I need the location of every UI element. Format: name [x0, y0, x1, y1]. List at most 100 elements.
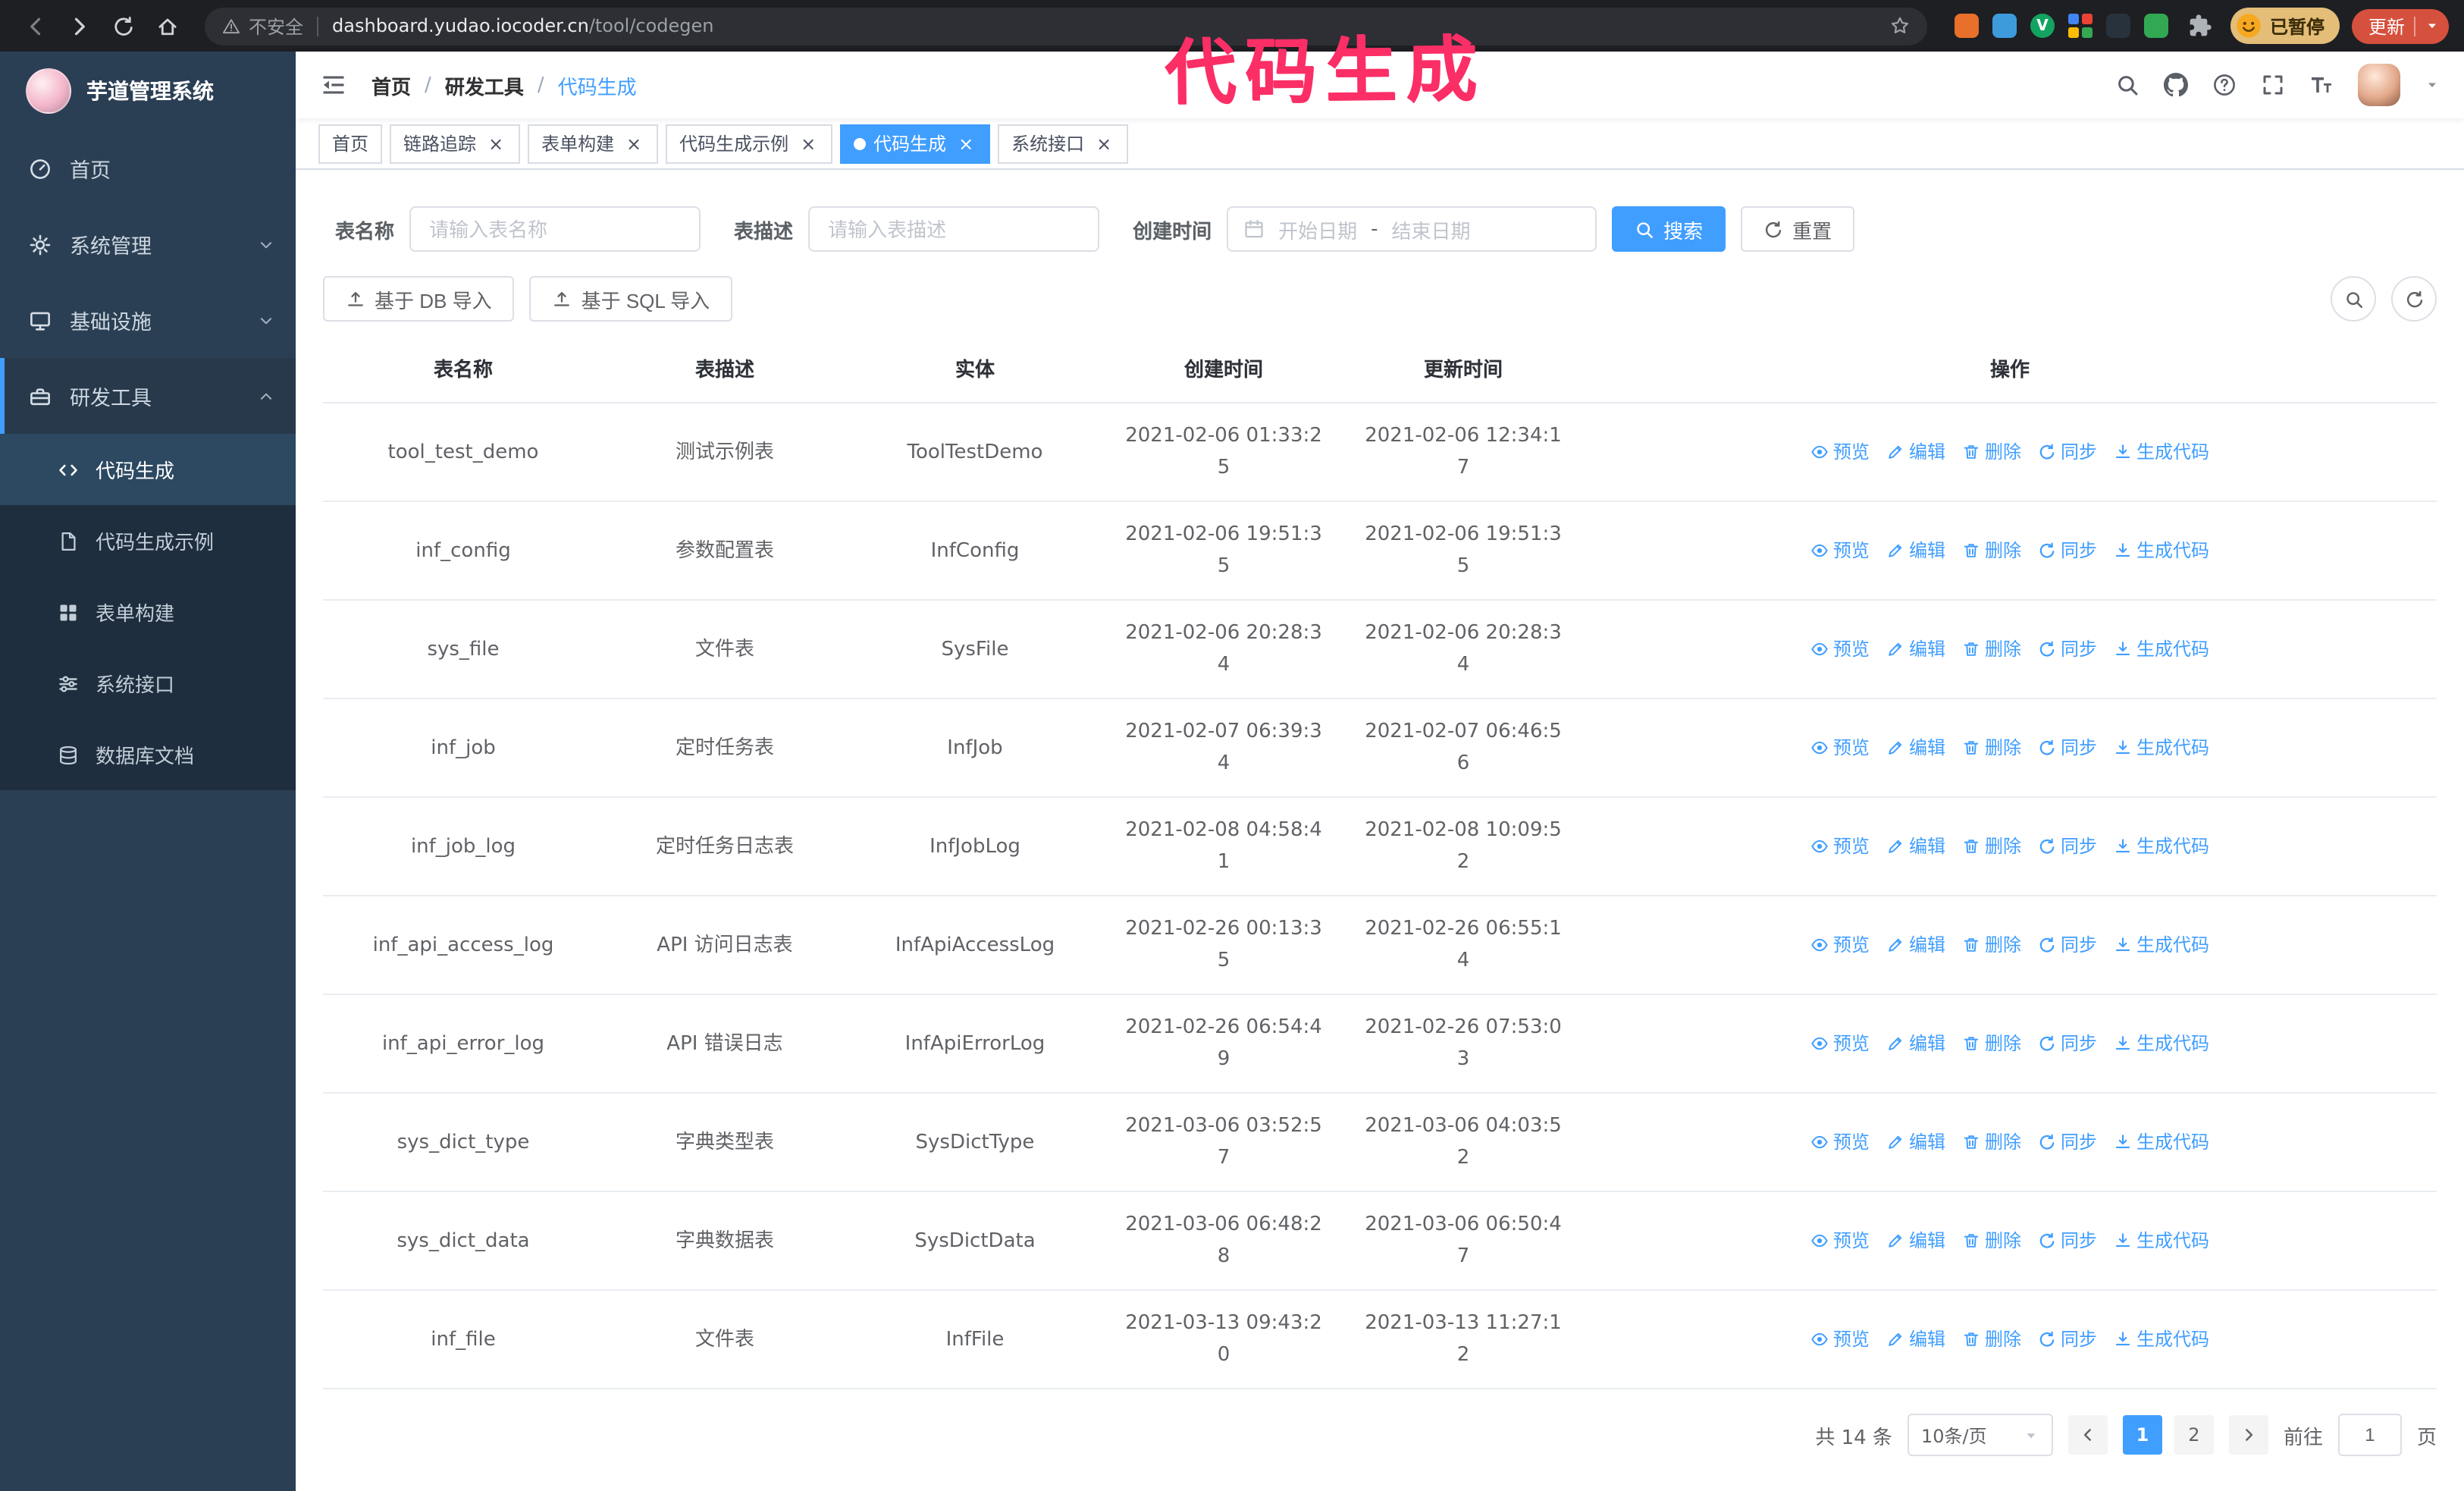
extension-icon-6[interactable] [2143, 14, 2168, 38]
avatar-caret-icon[interactable] [2425, 77, 2440, 93]
action-delete-button[interactable]: 删除 [1962, 830, 2021, 862]
update-button[interactable]: 更新 [2351, 8, 2449, 43]
action-preview-button[interactable]: 预览 [1810, 633, 1870, 665]
extension-icon-3[interactable]: V [2030, 14, 2055, 38]
action-generate-button[interactable]: 生成代码 [2114, 436, 2209, 468]
sidebar-item-dev-tools[interactable]: 研发工具 [0, 358, 296, 434]
user-avatar[interactable] [2358, 64, 2400, 106]
action-sync-button[interactable]: 同步 [2038, 1126, 2097, 1158]
action-generate-button[interactable]: 生成代码 [2114, 535, 2209, 567]
tab-close-icon[interactable]: × [485, 133, 506, 154]
bookmark-star-icon[interactable] [1889, 15, 1911, 36]
action-delete-button[interactable]: 删除 [1962, 1225, 2021, 1257]
action-delete-button[interactable]: 删除 [1962, 633, 2021, 665]
action-preview-button[interactable]: 预览 [1810, 732, 1870, 764]
action-preview-button[interactable]: 预览 [1810, 830, 1870, 862]
sidebar-fold-button[interactable] [320, 71, 347, 99]
page-button-2[interactable]: 2 [2174, 1415, 2214, 1455]
fullscreen-icon[interactable] [2261, 73, 2285, 97]
tab-form-builder[interactable]: 表单构建 × [528, 124, 659, 163]
table-name-input[interactable] [409, 206, 701, 252]
home-button[interactable] [147, 5, 188, 46]
action-edit-button[interactable]: 编辑 [1886, 535, 1945, 567]
action-edit-button[interactable]: 编辑 [1886, 1028, 1945, 1059]
action-delete-button[interactable]: 删除 [1962, 436, 2021, 468]
action-preview-button[interactable]: 预览 [1810, 929, 1870, 961]
tab-close-icon[interactable]: × [798, 133, 819, 154]
tab-home[interactable]: 首页 [318, 124, 383, 163]
logo-row[interactable]: 芋道管理系统 [0, 52, 296, 130]
action-edit-button[interactable]: 编辑 [1886, 732, 1945, 764]
sidebar-subitem-system-api[interactable]: 系统接口 [0, 648, 296, 719]
action-edit-button[interactable]: 编辑 [1886, 830, 1945, 862]
extension-icon-5[interactable] [2105, 14, 2130, 38]
github-icon[interactable] [2164, 73, 2188, 97]
action-preview-button[interactable]: 预览 [1810, 535, 1870, 567]
header-search-icon[interactable] [2115, 73, 2140, 97]
refresh-table-button[interactable] [2391, 276, 2437, 322]
help-icon[interactable] [2212, 73, 2237, 97]
tab-system-api[interactable]: 系统接口 × [998, 124, 1129, 163]
action-sync-button[interactable]: 同步 [2038, 929, 2097, 961]
extensions-puzzle-icon[interactable] [2188, 14, 2212, 38]
tab-close-icon[interactable]: × [623, 133, 644, 154]
sidebar-subitem-codegen-example[interactable]: 代码生成示例 [0, 505, 296, 576]
tab-close-icon[interactable]: × [1093, 133, 1114, 154]
table-desc-input[interactable] [808, 206, 1100, 252]
action-edit-button[interactable]: 编辑 [1886, 929, 1945, 961]
action-sync-button[interactable]: 同步 [2038, 633, 2097, 665]
goto-page-input[interactable] [2337, 1414, 2402, 1456]
action-generate-button[interactable]: 生成代码 [2114, 1028, 2209, 1059]
action-generate-button[interactable]: 生成代码 [2114, 732, 2209, 764]
action-sync-button[interactable]: 同步 [2038, 1323, 2097, 1355]
tab-codegen[interactable]: 代码生成 × [840, 124, 991, 163]
sidebar-item-infra[interactable]: 基础设施 [0, 282, 296, 358]
extension-icon-2[interactable] [1992, 14, 2017, 38]
search-button[interactable]: 搜索 [1612, 206, 1726, 252]
import-db-button[interactable]: 基于 DB 导入 [323, 276, 515, 322]
sidebar-item-system[interactable]: 系统管理 [0, 206, 296, 282]
security-chip[interactable]: 不安全 [221, 13, 303, 39]
sidebar-subitem-codegen[interactable]: 代码生成 [0, 434, 296, 505]
reload-button[interactable] [103, 5, 144, 46]
tab-close-icon[interactable]: × [955, 133, 977, 154]
action-delete-button[interactable]: 删除 [1962, 929, 2021, 961]
action-delete-button[interactable]: 删除 [1962, 732, 2021, 764]
page-size-select[interactable]: 10条/页 [1907, 1414, 2053, 1456]
action-edit-button[interactable]: 编辑 [1886, 633, 1945, 665]
action-sync-button[interactable]: 同步 [2038, 1225, 2097, 1257]
action-edit-button[interactable]: 编辑 [1886, 1225, 1945, 1257]
action-edit-button[interactable]: 编辑 [1886, 436, 1945, 468]
action-preview-button[interactable]: 预览 [1810, 1323, 1870, 1355]
sidebar-subitem-form-builder[interactable]: 表单构建 [0, 576, 296, 648]
action-generate-button[interactable]: 生成代码 [2114, 1126, 2209, 1158]
action-delete-button[interactable]: 删除 [1962, 1028, 2021, 1059]
import-sql-button[interactable]: 基于 SQL 导入 [529, 276, 733, 322]
action-generate-button[interactable]: 生成代码 [2114, 929, 2209, 961]
action-delete-button[interactable]: 删除 [1962, 1126, 2021, 1158]
action-sync-button[interactable]: 同步 [2038, 1028, 2097, 1059]
tab-codegen-example[interactable]: 代码生成示例 × [666, 124, 833, 163]
action-preview-button[interactable]: 预览 [1810, 1225, 1870, 1257]
prev-page-button[interactable] [2067, 1415, 2108, 1455]
action-sync-button[interactable]: 同步 [2038, 830, 2097, 862]
action-generate-button[interactable]: 生成代码 [2114, 830, 2209, 862]
action-preview-button[interactable]: 预览 [1810, 1028, 1870, 1059]
breadcrumb-item[interactable]: 首页 [371, 71, 411, 99]
toggle-search-button[interactable] [2331, 276, 2376, 322]
extension-icon-4[interactable] [2067, 14, 2093, 38]
back-button[interactable] [15, 5, 56, 46]
action-preview-button[interactable]: 预览 [1810, 1126, 1870, 1158]
extension-icon-1[interactable] [1954, 14, 1979, 38]
address-bar[interactable]: 不安全 dashboard.yudao.iocoder.cn/tool/code… [205, 7, 1927, 45]
action-generate-button[interactable]: 生成代码 [2114, 1323, 2209, 1355]
breadcrumb-item[interactable]: 研发工具 [445, 71, 524, 99]
action-generate-button[interactable]: 生成代码 [2114, 1225, 2209, 1257]
sidebar-item-home[interactable]: 首页 [0, 130, 296, 206]
action-edit-button[interactable]: 编辑 [1886, 1126, 1945, 1158]
action-delete-button[interactable]: 删除 [1962, 1323, 2021, 1355]
font-size-icon[interactable] [2309, 73, 2334, 97]
action-delete-button[interactable]: 删除 [1962, 535, 2021, 567]
reset-button[interactable]: 重置 [1741, 206, 1855, 252]
profile-chip[interactable]: 已暂停 [2230, 8, 2340, 44]
